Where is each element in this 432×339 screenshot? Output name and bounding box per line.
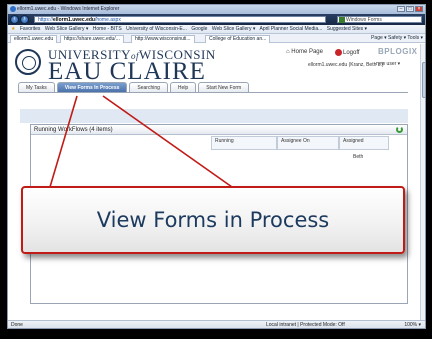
favorite-item[interactable]: Favorites	[20, 26, 41, 32]
back-icon[interactable]: ‹	[10, 15, 19, 24]
window-title: ellorm1.uwec.edu - Windows Internet Expl…	[17, 6, 120, 12]
new-user-dropdown[interactable]: new user ▾	[376, 61, 400, 67]
search-provider-icon	[339, 17, 345, 23]
favorite-item[interactable]: University of Wisconsin-E...	[126, 26, 187, 32]
url-prefix: https://	[38, 17, 54, 23]
tab-my-tasks[interactable]: My Tasks	[18, 82, 55, 92]
url-path: /home.aspx	[94, 17, 121, 23]
search-field[interactable]: Windows Forms	[337, 16, 422, 23]
column-header-assignee-on[interactable]: Assignee On	[277, 136, 339, 150]
panel-header: Running WorkFlows (4 items)	[31, 125, 407, 135]
zoom-level[interactable]: 100% ▾	[404, 321, 421, 328]
column-header-running[interactable]: Running	[211, 136, 277, 150]
nav-divider	[18, 92, 408, 93]
home-page-link[interactable]: ⌂ Home Page	[286, 49, 323, 55]
status-bar: Done Local intranet | Protected Mode: Of…	[8, 320, 425, 328]
browser-window: ellorm1.uwec.edu - Windows Internet Expl…	[7, 4, 426, 329]
favorite-item[interactable]: Web Slice Gallery ▾	[45, 26, 89, 32]
bplogix-logo: BPLOGIX	[378, 47, 418, 56]
browser-tab[interactable]: http://www.wisconsinuti...	[131, 35, 195, 43]
home-icon: ⌂	[286, 49, 290, 55]
favorite-item[interactable]: Suggested Sites ▾	[327, 26, 367, 32]
favorite-item[interactable]: Google	[191, 26, 207, 32]
refresh-icon[interactable]	[396, 126, 403, 133]
logoff-icon	[335, 49, 342, 56]
favorite-item[interactable]: Home - BITS	[93, 26, 122, 32]
content-band	[20, 109, 408, 123]
callout-text: View Forms in Process	[96, 208, 330, 232]
forward-icon[interactable]: ›	[20, 15, 29, 24]
tab-start-new-form[interactable]: Start New Form	[198, 82, 250, 92]
window-controls: – □ ×	[397, 6, 423, 12]
maximize-button[interactable]: □	[406, 6, 414, 12]
tab-help[interactable]: Help	[169, 82, 197, 92]
main-nav-tabs: My Tasks View Forms In Process Searching…	[18, 82, 251, 92]
vertical-scrollbar[interactable]	[420, 44, 425, 320]
title-bar: ellorm1.uwec.edu - Windows Internet Expl…	[8, 5, 425, 14]
home-page-label: Home Page	[291, 49, 323, 55]
status-text: Done	[11, 322, 23, 328]
ie-icon	[10, 6, 16, 12]
favorite-item[interactable]: April Planner Social Media...	[260, 26, 323, 32]
tab-view-forms-in-process[interactable]: View Forms In Process	[56, 82, 128, 92]
logoff-link[interactable]: Logoff	[335, 49, 360, 56]
command-bar[interactable]: Page ▾ Safety ▾ Tools ▾	[371, 34, 423, 43]
browser-tab[interactable]: ellorm1.uwec.edu	[10, 35, 58, 43]
user-identity: ellorm1.uwec.edu (Kranz, Beth L.)	[308, 62, 384, 68]
table-cell: Beth	[353, 154, 364, 160]
url-host: ellorm1.uwec.edu	[53, 17, 95, 23]
address-bar: ‹ › https://ellorm1.uwec.edu/home.aspx W…	[8, 14, 425, 25]
web-page: UNIVERSITYofWISCONSIN EAU CLAIRE ⌂ Home …	[8, 44, 420, 320]
browser-tab[interactable]: https://share.uwec.edu/...	[60, 35, 124, 43]
close-button[interactable]: ×	[415, 6, 423, 12]
security-zone: Local intranet | Protected Mode: Off	[266, 322, 345, 328]
minimize-button[interactable]: –	[397, 6, 405, 12]
browser-tab-row: ellorm1.uwec.edu https://share.uwec.edu/…	[8, 34, 425, 43]
favorite-item[interactable]: Web Slice Gallery ▾	[212, 26, 256, 32]
url-field[interactable]: https://ellorm1.uwec.edu/home.aspx	[34, 16, 326, 23]
favorites-bar: ★ Favorites Web Slice Gallery ▾ Home - B…	[8, 25, 425, 34]
university-seal-icon	[15, 49, 41, 75]
scrollbar-thumb[interactable]	[422, 62, 425, 98]
favorites-star-icon[interactable]: ★	[11, 26, 15, 32]
browser-tab[interactable]: College of Education an...	[205, 35, 271, 43]
tab-searching[interactable]: Searching	[129, 82, 168, 92]
search-placeholder: Windows Forms	[346, 17, 382, 23]
logoff-label: Logoff	[343, 50, 360, 57]
column-header-assigned[interactable]: Assigned	[339, 136, 389, 150]
callout-box: View Forms in Process	[21, 186, 405, 254]
